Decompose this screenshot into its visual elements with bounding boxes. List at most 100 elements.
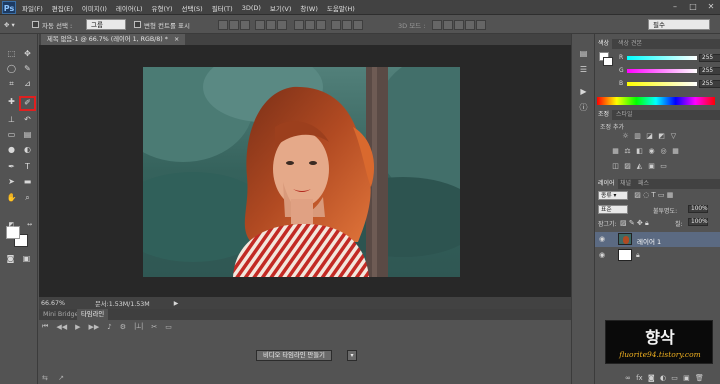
properties-panel-icon[interactable]: ☰ [577, 64, 590, 76]
vibrance-icon[interactable]: ▽ [669, 132, 678, 140]
threshold-icon[interactable]: ◭ [635, 162, 644, 170]
menu-image[interactable]: 이미지(I) [82, 3, 107, 13]
distribute-hcenter-icon[interactable] [342, 19, 352, 30]
menu-layer[interactable]: 레이어(L) [116, 3, 143, 13]
lock-icons[interactable]: ▨ ✎ ✥ 🔒︎ [620, 219, 649, 228]
scissors-icon[interactable]: ✂ [151, 323, 157, 331]
next-frame-icon[interactable]: ▶▶ [88, 323, 99, 331]
screen-mode-icon[interactable]: ▣ [20, 253, 33, 265]
add-mask-icon[interactable]: ◙ [648, 374, 655, 382]
visibility-eye-icon[interactable]: ◉ [599, 235, 605, 243]
menu-help[interactable]: 도움말(H) [327, 3, 355, 13]
tab-styles[interactable]: 스타일 [613, 110, 636, 120]
close-tab-icon[interactable]: × [174, 36, 179, 43]
3d-drag-icon[interactable] [454, 19, 464, 30]
3d-rotate-icon[interactable] [432, 19, 442, 30]
history-brush-tool-icon[interactable]: ↶ [21, 114, 34, 126]
settings-icon[interactable]: ⚙ [120, 323, 126, 331]
tab-paths[interactable]: 패스 [635, 179, 652, 189]
link-layers-icon[interactable]: ∞ [625, 374, 631, 382]
g-value[interactable]: 255 [699, 67, 720, 75]
b-value[interactable]: 255 [699, 80, 720, 88]
status-menu-arrow-icon[interactable]: ▶ [174, 300, 179, 307]
distribute-bottom-icon[interactable] [316, 19, 326, 30]
b-slider[interactable] [627, 82, 697, 86]
quick-selection-tool-icon[interactable]: ✎ [21, 63, 34, 75]
menu-view[interactable]: 보기(V) [270, 3, 291, 13]
info-panel-icon[interactable]: ⓘ [577, 102, 590, 114]
g-slider[interactable] [627, 69, 697, 73]
lasso-tool-icon[interactable]: ◯ [5, 63, 18, 75]
align-right-icon[interactable] [277, 19, 287, 30]
menu-type[interactable]: 유형(Y) [152, 3, 173, 13]
exposure-icon[interactable]: ◩ [657, 132, 666, 140]
hand-tool-icon[interactable]: ✋ [5, 192, 18, 204]
layer-row-layer1[interactable]: ◉ 레이어 1 [595, 232, 720, 247]
opacity-value[interactable]: 100% [688, 205, 708, 213]
pen-tool-icon[interactable]: ✒ [5, 161, 18, 173]
align-vcenter-icon[interactable] [229, 19, 239, 30]
convert-frames-icon[interactable]: ⇆ [42, 374, 48, 382]
3d-scale-icon[interactable] [476, 19, 486, 30]
auto-select-checkbox[interactable] [32, 21, 39, 28]
align-left-icon[interactable] [255, 19, 265, 30]
shape-tool-icon[interactable]: ▬ [21, 176, 34, 188]
dodge-tool-icon[interactable]: ◐ [21, 144, 34, 156]
marquee-tool-icon[interactable]: ⬚ [5, 48, 18, 60]
gradient-map-icon[interactable]: ▭ [659, 162, 668, 170]
menu-edit[interactable]: 편집(E) [52, 3, 73, 13]
blend-mode-dropdown[interactable]: 표준 [598, 205, 628, 214]
distribute-top-icon[interactable] [294, 19, 304, 30]
delete-layer-icon[interactable]: 🗑︎ [695, 374, 704, 382]
visibility-eye-icon[interactable]: ◉ [599, 251, 605, 259]
black-white-icon[interactable]: ◧ [635, 147, 644, 155]
tab-swatches[interactable]: 색상 견본 [615, 39, 645, 49]
default-colors-icon[interactable]: ◩ [5, 219, 18, 231]
previous-frame-icon[interactable]: ◀◀ [56, 323, 67, 331]
eyedropper-tool-icon[interactable]: ⊿ [21, 78, 34, 90]
audio-icon[interactable]: ♪ [107, 323, 111, 331]
new-adjustment-icon[interactable]: ◐ [660, 374, 666, 382]
curves-icon[interactable]: ◪ [645, 132, 654, 140]
3d-slide-icon[interactable] [465, 19, 475, 30]
actions-panel-icon[interactable]: ▶ [577, 86, 590, 98]
quick-mask-icon[interactable]: ◙ [4, 253, 17, 265]
tab-adjustments[interactable]: 조정 [595, 110, 613, 120]
align-bottom-icon[interactable] [240, 19, 250, 30]
fill-value[interactable]: 100% [688, 218, 708, 226]
close-icon[interactable]: ✕ [702, 0, 720, 13]
filter-type-icons[interactable]: ▨ ◌ T ▭ ▦ [634, 191, 673, 199]
new-group-icon[interactable]: ▭ [671, 374, 678, 382]
align-hcenter-icon[interactable] [266, 19, 276, 30]
split-icon[interactable]: |⟂| [134, 322, 143, 331]
brightness-icon[interactable]: ☼ [621, 132, 630, 140]
invert-icon[interactable]: ◫ [611, 162, 620, 170]
menu-select[interactable]: 선택(S) [182, 3, 203, 13]
layer-style-icon[interactable]: fx [636, 374, 643, 382]
crop-tool-icon[interactable]: ⌗ [5, 78, 18, 90]
transform-controls-checkbox[interactable] [134, 21, 141, 28]
color-balance-icon[interactable]: ⚖ [623, 147, 632, 155]
posterize-icon[interactable]: ▨ [623, 162, 632, 170]
gradient-tool-icon[interactable]: ▤ [21, 129, 34, 141]
layer-filter-dropdown[interactable]: 종류 ▾ [598, 191, 628, 200]
hue-sat-icon[interactable]: ▦ [611, 147, 620, 155]
path-selection-tool-icon[interactable]: ➤ [5, 176, 18, 188]
color-bg-swatch[interactable] [603, 57, 613, 66]
minimize-icon[interactable]: – [666, 0, 684, 13]
create-video-timeline-button[interactable]: 비디오 타임라인 만들기 [256, 350, 332, 361]
r-value[interactable]: 255 [699, 54, 720, 62]
menu-3d[interactable]: 3D(D) [242, 4, 261, 12]
tab-layers[interactable]: 레이어 [595, 179, 618, 189]
distribute-right-icon[interactable] [353, 19, 363, 30]
zoom-tool-icon[interactable]: ⌕ [21, 192, 34, 204]
canvas-photo[interactable] [143, 67, 460, 277]
create-timeline-dropdown-icon[interactable]: ▾ [347, 350, 357, 361]
workspace-switcher[interactable]: 필수 [648, 19, 710, 30]
document-tab[interactable]: 제목 없음-1 @ 66.7% (레이어 1, RGB/8) * × [41, 34, 186, 45]
layer-name[interactable]: 레이어 1 [637, 236, 661, 246]
selective-color-icon[interactable]: ▣ [647, 162, 656, 170]
document-info[interactable]: 문서:1.53M/1.53M [95, 299, 150, 308]
history-panel-icon[interactable]: ▤ [577, 48, 590, 60]
go-to-first-frame-icon[interactable]: ⏮ [42, 322, 48, 331]
